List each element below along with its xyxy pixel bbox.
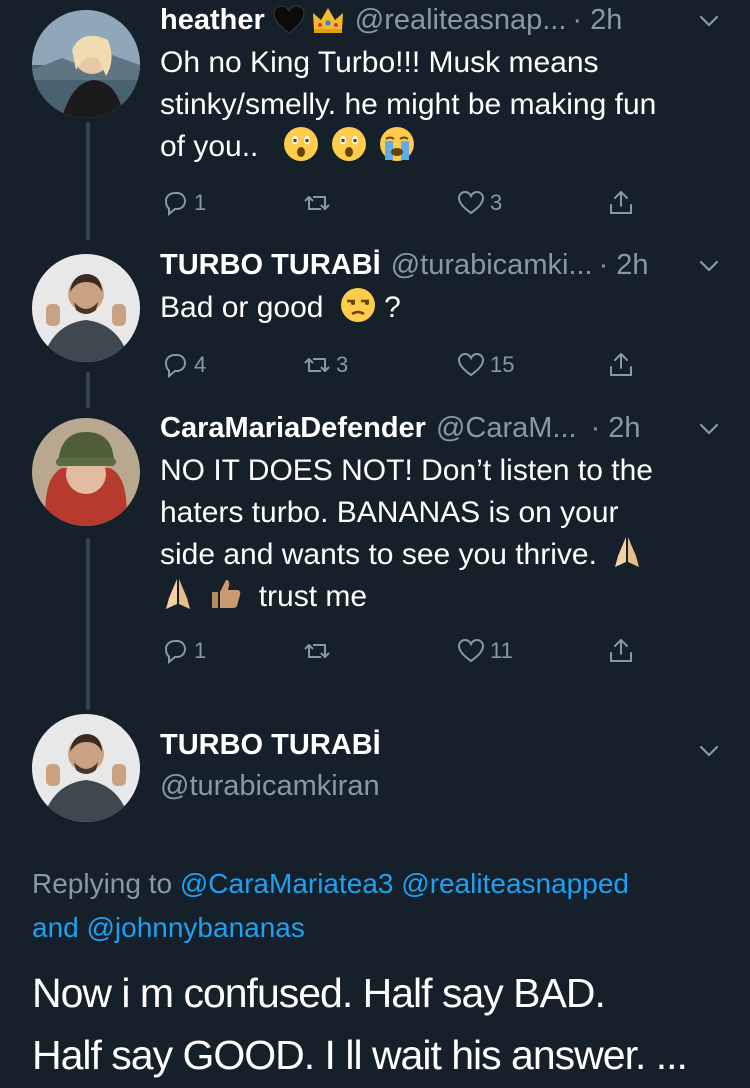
tweet-header: CaraMariaDefender @CaraM... · 2h <box>160 408 726 448</box>
thread-line <box>86 372 90 408</box>
display-name[interactable]: CaraMariaDefender <box>160 412 426 445</box>
tweet-actions: 1 3 <box>160 188 726 228</box>
retweet-icon <box>304 644 330 658</box>
astonished-face-icon <box>283 127 318 161</box>
share-button[interactable] <box>606 350 636 380</box>
reply-icon <box>164 640 187 665</box>
tweet-text: Bad or good ? <box>160 287 726 329</box>
tweet-text-segment: side and wants to see you thrive. <box>160 538 597 571</box>
tweet-text-segment: trust me <box>258 580 368 613</box>
like-button[interactable]: 15 <box>456 350 514 380</box>
user-handle[interactable]: @turabicamkiran <box>160 766 726 806</box>
avatar[interactable] <box>32 418 140 526</box>
like-count: 3 <box>490 190 503 215</box>
tweet-text-line: NO IT DOES NOT! Don’t listen to the <box>160 454 653 487</box>
retweet-button[interactable] <box>302 188 336 218</box>
heart-icon <box>457 352 485 377</box>
mention-link[interactable]: @johnnybananas <box>87 912 305 943</box>
avatar[interactable] <box>32 254 140 362</box>
timestamp[interactable]: · 2h <box>572 4 622 37</box>
tweet-text-line: Half say GOOD. I ll wait his answer. ... <box>32 1032 688 1078</box>
chevron-down-icon[interactable] <box>698 255 720 277</box>
user-handle[interactable]: @turabicamki... <box>391 249 593 282</box>
reply-count: 1 <box>194 638 207 663</box>
tweet-text-segment: ? <box>384 291 401 324</box>
tweet-text-line: side and wants to see you thrive. <box>160 534 726 576</box>
tweet-text-line: trust me <box>160 576 726 618</box>
share-button[interactable] <box>606 188 636 218</box>
tweet-actions: 4 3 15 <box>160 350 726 390</box>
tweet-text-segment: of you.. <box>160 130 259 163</box>
unamused-face-icon <box>340 288 375 322</box>
reply-count: 4 <box>194 352 207 377</box>
like-count: 11 <box>490 638 513 663</box>
reply-button[interactable]: 4 <box>160 350 206 380</box>
reply-count: 1 <box>194 190 207 215</box>
astonished-face-icon <box>332 127 367 161</box>
tweet-text-line: stinky/smelly. he might be making fun <box>160 88 657 121</box>
tweet-text-line: of you.. <box>160 126 726 168</box>
share-icon <box>610 639 632 662</box>
main-tweet-author[interactable]: TURBO TURABİ @turabicamkiran <box>160 724 726 806</box>
timestamp[interactable]: · 2h <box>591 412 641 445</box>
share-icon <box>610 353 632 376</box>
thread-line <box>86 122 90 240</box>
mention-link[interactable]: @CaraMariatea3 <box>180 868 394 899</box>
tweet-text-segment: Bad or good <box>160 291 324 324</box>
folded-hands-icon <box>615 537 640 567</box>
user-handle[interactable]: @CaraM... <box>436 412 577 445</box>
share-icon <box>610 191 632 214</box>
reply-button[interactable]: 1 <box>160 188 206 218</box>
display-name[interactable]: TURBO TURABİ <box>160 249 381 282</box>
tweet-header: heather @realiteasnap... · 2h <box>160 0 726 40</box>
tweet-text: NO IT DOES NOT! Don’t listen to the hate… <box>160 450 726 618</box>
user-handle[interactable]: @realiteasnap... <box>355 4 567 37</box>
tweet[interactable]: heather @realiteasnap... · 2h Oh no King… <box>160 0 726 168</box>
like-count: 15 <box>490 352 515 377</box>
retweet-count: 3 <box>336 352 349 377</box>
loudly-crying-face-icon <box>380 127 415 161</box>
folded-hands-icon <box>166 579 190 609</box>
tweet[interactable]: CaraMariaDefender @CaraM... · 2h NO IT D… <box>160 408 726 618</box>
main-tweet-text: Now i m confused. Half say BAD. Half say… <box>32 962 732 1086</box>
tweet[interactable]: TURBO TURABİ @turabicamki... · 2h Bad or… <box>160 245 726 329</box>
like-button[interactable]: 11 <box>456 636 513 666</box>
retweet-button[interactable] <box>302 636 336 666</box>
mention-link[interactable]: @realiteasnapped <box>401 868 629 899</box>
avatar[interactable] <box>32 714 140 822</box>
tweet-header: TURBO TURABİ @turabicamki... · 2h <box>160 245 726 285</box>
share-button[interactable] <box>606 636 636 666</box>
replying-to-label: Replying to <box>32 868 173 899</box>
crown-icon <box>312 8 343 33</box>
retweet-icon <box>304 196 330 210</box>
black-heart-icon <box>273 5 305 34</box>
tweet-text-line: haters turbo. BANANAS is on your <box>160 496 619 529</box>
like-button[interactable]: 3 <box>456 188 502 218</box>
reply-icon <box>164 354 187 379</box>
heart-icon <box>457 638 485 663</box>
display-name[interactable]: TURBO TURABİ <box>160 724 726 766</box>
replying-to: Replying to @CaraMariatea3 @realiteasnap… <box>32 862 732 950</box>
thumbs-up-icon <box>212 580 241 608</box>
heart-icon <box>457 190 485 215</box>
reply-icon <box>164 192 187 217</box>
thread-line <box>86 538 90 710</box>
timestamp[interactable]: · 2h <box>599 249 649 282</box>
tweet-text-line: Oh no King Turbo!!! Musk means <box>160 46 599 79</box>
retweet-icon <box>304 358 330 372</box>
chevron-down-icon[interactable] <box>698 740 720 762</box>
chevron-down-icon[interactable] <box>698 418 720 440</box>
avatar[interactable] <box>32 10 140 118</box>
reply-button[interactable]: 1 <box>160 636 206 666</box>
display-name[interactable]: heather <box>160 4 265 37</box>
and-word: and <box>32 912 79 943</box>
retweet-button[interactable]: 3 <box>302 350 348 380</box>
tweet-actions: 1 11 <box>160 636 726 676</box>
tweet-text: Oh no King Turbo!!! Musk means stinky/sm… <box>160 42 726 168</box>
chevron-down-icon[interactable] <box>698 10 720 32</box>
tweet-text-line: Now i m confused. Half say BAD. <box>32 970 606 1016</box>
